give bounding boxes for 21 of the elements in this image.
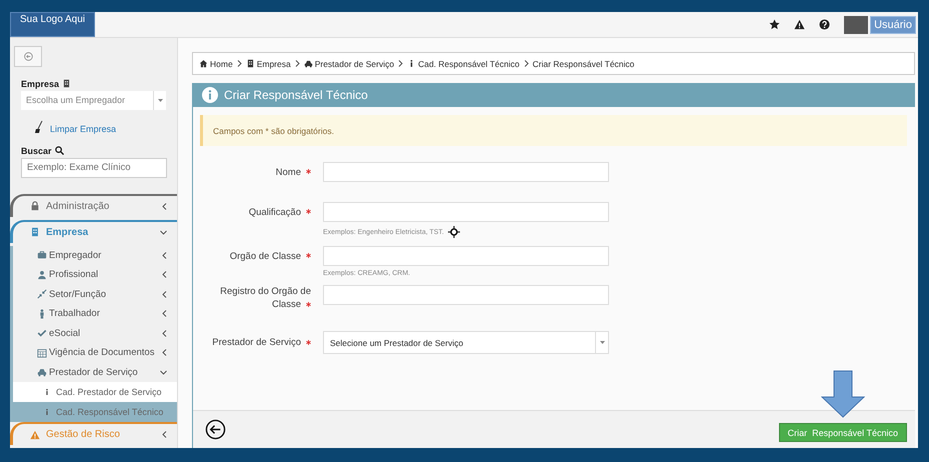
menu-item[interactable]: Cad. Prestador de Serviço (10, 382, 177, 402)
company-label: Empresa (21, 78, 60, 88)
breadcrumb-link[interactable]: Criar Responsável Técnico (532, 58, 634, 68)
menu-section[interactable]: Administração (10, 194, 177, 216)
panel-title: Criar Responsável Técnico (224, 88, 368, 102)
breadcrumb-link[interactable]: Cad. Responsável Técnico (407, 58, 520, 68)
required-fields-alert: Campos com * são obrigatórios. (200, 115, 907, 146)
search-label: Buscar (21, 146, 52, 156)
field-label: Nome (193, 166, 311, 178)
logo-placeholder[interactable]: Sua Logo Aqui (10, 12, 95, 37)
breadcrumb-link[interactable]: Home (199, 58, 233, 68)
field-label: Qualificação (193, 206, 311, 218)
service-provider-select[interactable]: Selecione um Prestador de Serviço (323, 331, 609, 354)
breadcrumb-link[interactable]: Prestador de Serviço (304, 58, 394, 68)
clear-company-link[interactable]: Limpar Empresa (50, 124, 116, 134)
field-label: Prestador de Serviço (193, 336, 311, 349)
field-label: Registro do Orgão de Classe (219, 285, 311, 311)
search-field[interactable]: Exemplo: Exame Clínico (21, 158, 167, 178)
breadcrumb-link[interactable]: Empresa (246, 58, 291, 68)
field-label: Orgão de Classe (193, 250, 311, 262)
company-select[interactable]: Escolha um Empregador (21, 90, 166, 110)
